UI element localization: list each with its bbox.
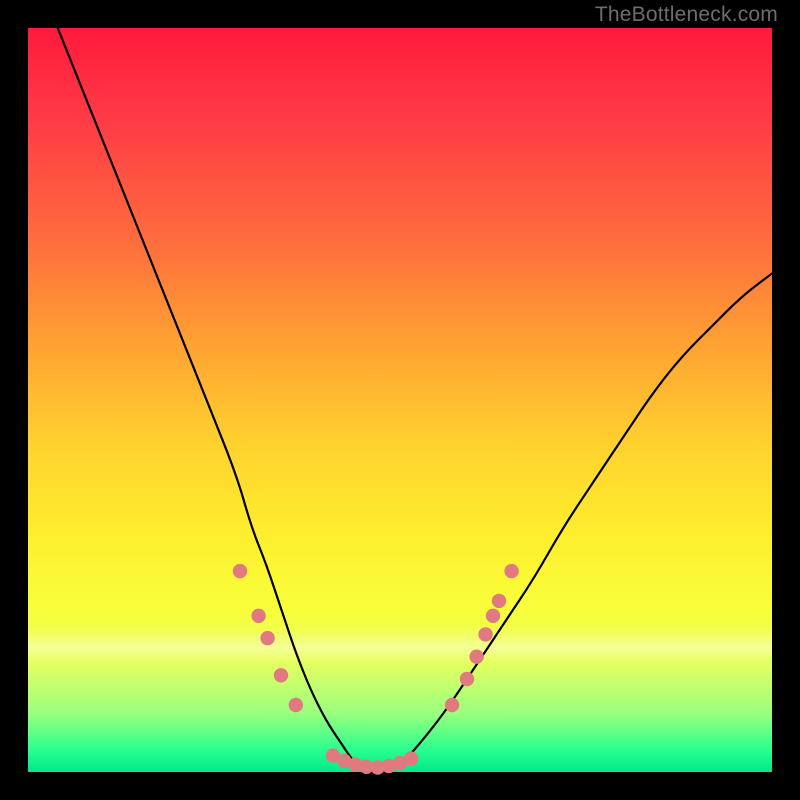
watermark-text: TheBottleneck.com (595, 3, 778, 27)
marker-point (337, 754, 351, 768)
plot-area (28, 28, 772, 772)
marker-point (274, 668, 288, 682)
marker-point (504, 564, 518, 578)
marker-point (445, 698, 459, 712)
marker-point (359, 760, 373, 774)
marker-point (289, 698, 303, 712)
marker-point (382, 759, 396, 773)
marker-point (469, 650, 483, 664)
marker-point (348, 757, 362, 771)
marker-point (404, 751, 418, 765)
marker-point (233, 564, 247, 578)
marker-point (486, 609, 500, 623)
chart-frame: TheBottleneck.com (0, 0, 800, 800)
pale-band (28, 628, 772, 662)
marker-point (393, 756, 407, 770)
marker-point (326, 748, 340, 762)
marker-point (260, 631, 274, 645)
bottleneck-curve (28, 0, 772, 772)
marker-point (371, 760, 385, 774)
marker-point (251, 609, 265, 623)
marker-group (233, 564, 519, 775)
marker-point (492, 594, 506, 608)
marker-point (478, 627, 492, 641)
marker-point (460, 672, 474, 686)
curve-layer (28, 28, 772, 772)
